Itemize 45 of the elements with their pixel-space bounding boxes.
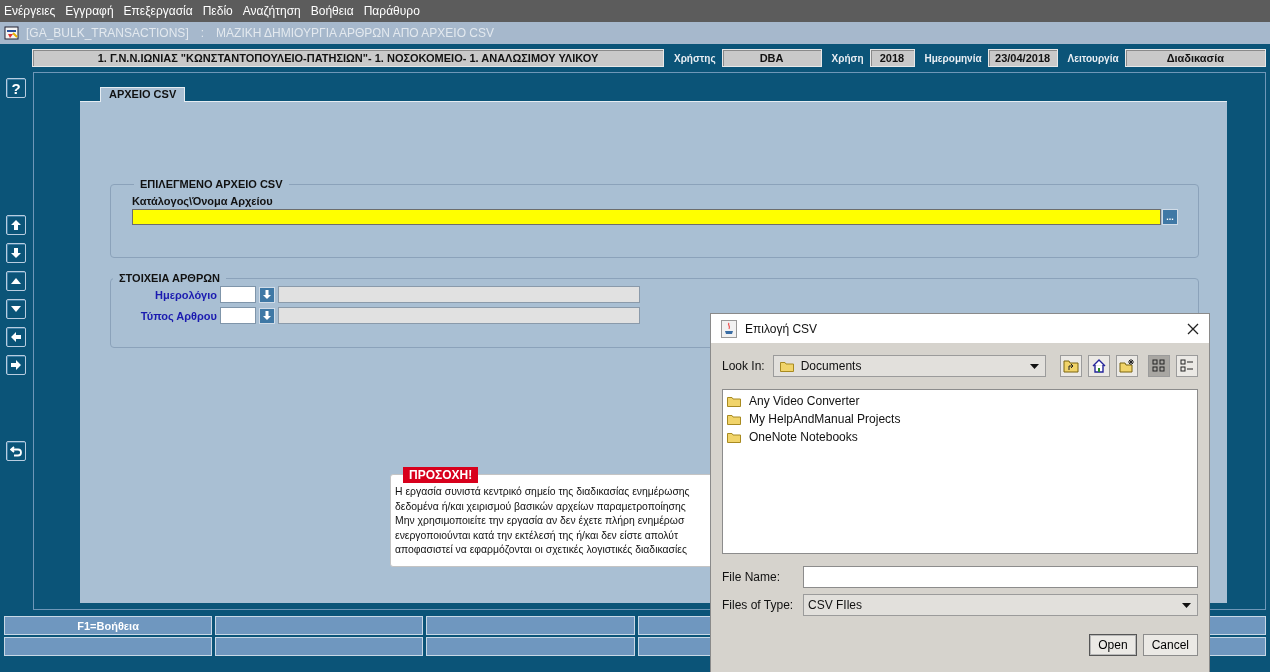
menu-item[interactable]: Ενέργειες (4, 4, 56, 18)
organization-field: 1. Γ.Ν.Ν.ΙΩΝΙΑΣ "ΚΩΝΣΤΑΝΤΟΠΟΥΛΕΙΟ-ΠΑΤΗΣΙΩΝ"- 1. ΝΟΣΟΚΟΜΕΙΟ- 1. ΑΝΑΛΩΣΙΜΟΥ ΥΛΙΚΟΥ (32, 49, 664, 67)
tab[interactable]: ΑΡΧΕΙΟ CSV (100, 87, 186, 102)
field-label: Χρήστης (674, 52, 716, 64)
section-title: ΣΤΟΙΧΕΙΑ ΑΡΘΡΩΝ (118, 272, 221, 284)
help-button[interactable]: ? (6, 78, 26, 98)
folder-item[interactable]: OneNote Notebooks (749, 430, 858, 444)
menu-item[interactable]: Αναζήτηση (242, 4, 301, 18)
menu-item[interactable]: Επεξεργασία (123, 4, 193, 18)
cancel-button[interactable]: Cancel (1142, 634, 1198, 656)
header-field: DBA (721, 49, 822, 67)
file-name-label: File Name: (722, 570, 781, 584)
field-label: Κατάλογος\Όνομα Αρχείου (132, 195, 274, 207)
dialog-title: Επιλογή CSV (745, 321, 819, 336)
open-button[interactable]: Open (1089, 634, 1137, 656)
warning-text: δεδομένα ή/και χειρισμού βασικών αρχείων παραμετροποίησης (395, 499, 687, 514)
file-type-dropdown[interactable]: CSV FIles (803, 594, 1198, 616)
menu-item[interactable]: Πεδίο (202, 4, 233, 18)
menu-item[interactable]: Παράθυρο (363, 4, 420, 18)
window-title: ΜΑΖΙΚΗ ΔΗΜΙΟΥΡΓΙΑ ΑΡΘΡΩΝ ΑΠΟ ΑΡΧΕΙΟ CSV (216, 26, 494, 40)
menu-item[interactable]: Εγγραφή (65, 4, 114, 18)
status-panel: F1=Βοήθεια (4, 616, 213, 635)
field-label: Ημερολόγιο (154, 288, 217, 301)
warning-text: αποφασιστεί να εφαρμόζονται οι σχετικές λογιστικές διαδικασίες (395, 543, 688, 557)
browse-button[interactable]: ... (1162, 209, 1178, 225)
field-label: Ημερομηνία (924, 52, 982, 64)
warning-text: Μην χρησιμοποιείτε την εργασία αν δεν έχετε πλήρη ενημέρωσ (395, 514, 686, 528)
look-in-label: Look In: (722, 359, 765, 373)
section-title: ΕΠΙΛΕΓΜΕΝΟ ΑΡΧΕΙΟ CSV (139, 178, 284, 190)
warning-text: ενεργοποιούνται κατά την εκτέλεσή της ή/και δεν είστε απολύτ (395, 528, 680, 543)
warning-title: ΠΡΟΣΟΧΗ! (403, 467, 479, 483)
window-code: [GA_BULK_TRANSACTIONS] (26, 26, 189, 40)
field-label: Χρήση (831, 52, 864, 64)
folder-item[interactable]: Any Video Converter (749, 394, 860, 408)
header-field: 2018 (869, 49, 915, 67)
field-label: Τύπος Αρθρου (139, 309, 217, 322)
warning-text: Η εργασία συνιστά κεντρικό σημείο της διαδικασίας ενημέρωσης (395, 485, 691, 499)
file-type-label: Files of Type: (722, 598, 795, 612)
menu-item[interactable]: Βοήθεια (310, 4, 354, 18)
folder-item[interactable]: My HelpAndManual Projects (749, 412, 901, 426)
look-in-dropdown[interactable]: Documents (772, 355, 1046, 377)
title-separator: : (200, 26, 205, 40)
header-field: Διαδικασία (1124, 49, 1266, 67)
header-field: 23/04/2018 (987, 49, 1058, 67)
field-label: Λειτουργία (1067, 52, 1119, 64)
